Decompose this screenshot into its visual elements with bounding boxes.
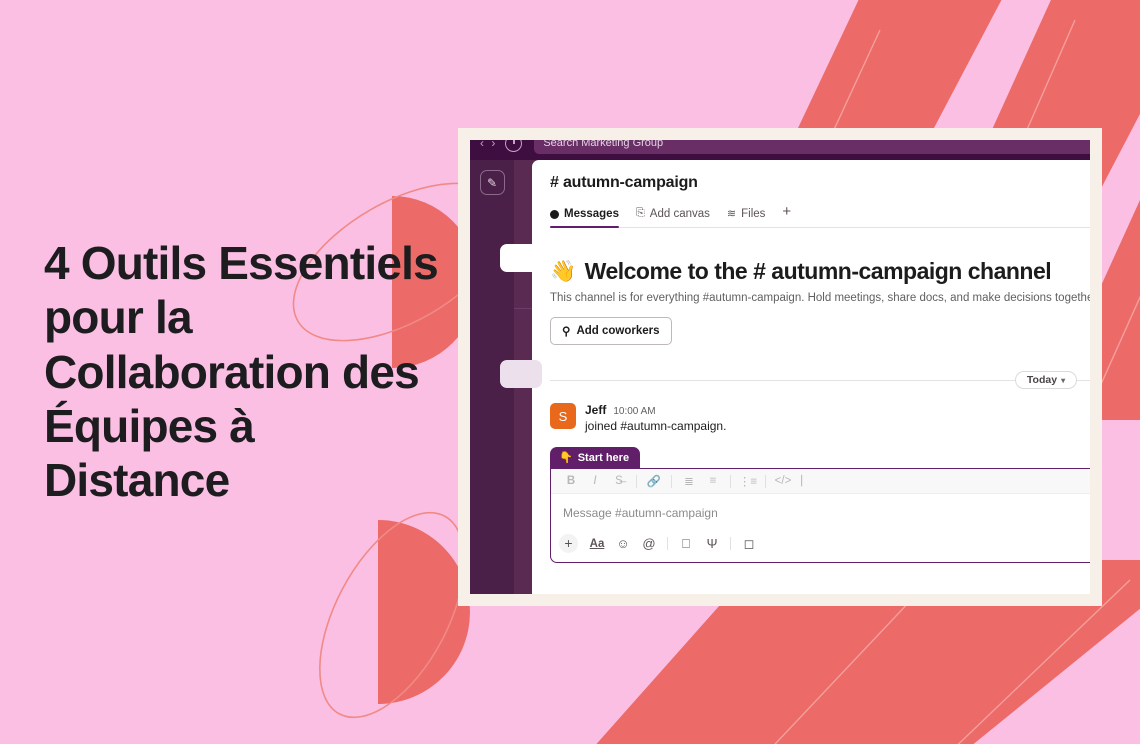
mention-icon[interactable]: @ [636, 536, 662, 551]
welcome-description: This channel is for everything #autumn-c… [550, 292, 1090, 304]
tab-add-canvas[interactable]: ⎘ Add canvas [636, 207, 710, 227]
channel-header: # autumn-campaign Messages ⎘ Add canvas … [532, 160, 1090, 228]
message-timestamp: 10:00 AM [613, 406, 656, 417]
message-content: Jeff 10:00 AM joined #autumn-campaign. [585, 403, 726, 433]
add-tab-plus-icon[interactable]: + [782, 203, 791, 227]
toolbar-separator [765, 474, 766, 488]
files-stack-icon: ≋ [726, 208, 737, 220]
messages-dot-icon [550, 209, 559, 219]
channel-name[interactable]: # autumn-campaign [550, 174, 1090, 192]
avatar[interactable]: S [550, 403, 576, 429]
slash-command-icon[interactable]: ◻ [736, 536, 762, 552]
message-body: joined #autumn-campaign. [585, 419, 727, 433]
message-composer-wrapper: 👇 Start here B I S̶ 🔗 ≣ ≡ ⋮≡ </> ⎸ Messa… [550, 447, 1090, 563]
formatting-toolbar: B I S̶ 🔗 ≣ ≡ ⋮≡ </> ⎸ [551, 469, 1090, 494]
welcome-title-text: Welcome to the # autumn-campaign channel [584, 258, 1052, 284]
history-nav-icons[interactable]: ‹ › [480, 140, 497, 150]
add-coworkers-label: Add coworkers [576, 325, 660, 337]
video-clip-icon[interactable]: ⎕ [673, 536, 699, 552]
format-text-icon[interactable]: Aa [584, 538, 610, 550]
slack-app-window: ‹ › Search Marketing Group ⌕ ✎ # autum [470, 140, 1090, 594]
message-composer[interactable]: B I S̶ 🔗 ≣ ≡ ⋮≡ </> ⎸ Message #autumn-ca… [550, 468, 1090, 563]
add-coworkers-button[interactable]: ⚲ Add coworkers [550, 317, 672, 345]
message-author[interactable]: Jeff [585, 403, 606, 417]
page-title: 4 Outils Essentiels pour la Collaboratio… [44, 237, 439, 507]
start-here-tag: 👇 Start here [550, 447, 641, 469]
emoji-icon[interactable]: ☺ [610, 536, 636, 551]
slack-topbar: ‹ › Search Marketing Group ⌕ [470, 140, 1090, 160]
tab-messages[interactable]: Messages [550, 208, 619, 228]
search-input[interactable]: Search Marketing Group ⌕ [534, 140, 1090, 154]
channel-tabs: Messages ⎘ Add canvas ≋ Files + [550, 203, 1090, 228]
attach-plus-icon[interactable]: + [559, 534, 578, 553]
tab-files[interactable]: ≋ Files [727, 207, 766, 227]
link-icon[interactable]: 🔗 [642, 474, 666, 488]
screenshot-inner: ‹ › Search Marketing Group ⌕ ✎ # autum [470, 140, 1090, 594]
tab-messages-label: Messages [564, 208, 619, 220]
add-person-icon: ⚲ [562, 326, 571, 338]
sidebar-item-highlight[interactable] [500, 360, 542, 388]
chevron-down-icon: ▾ [1061, 375, 1066, 385]
sidebar-divider [514, 308, 532, 309]
code-block-icon[interactable]: ⎸ [795, 475, 819, 488]
welcome-heading: 👋 Welcome to the # autumn-campaign chann… [550, 258, 1090, 285]
clock-icon[interactable] [505, 140, 523, 152]
channel-sidebar [500, 160, 542, 594]
canvas-icon: ⎘ [635, 207, 645, 219]
toolbar-separator [636, 474, 637, 488]
code-icon[interactable]: </> [771, 475, 795, 487]
today-pill-button[interactable]: Today ▾ [1014, 371, 1078, 389]
sidebar-item-selected[interactable] [500, 244, 542, 272]
message-row: S Jeff 10:00 AM joined #autumn-campaign. [532, 389, 1090, 433]
wave-emoji-icon: 👋 [550, 259, 576, 283]
search-placeholder: Search Marketing Group [543, 140, 664, 149]
start-here-label: Start here [577, 451, 630, 464]
channel-main-panel: # autumn-campaign Messages ⎘ Add canvas … [532, 160, 1090, 594]
message-meta: Jeff 10:00 AM [585, 403, 726, 417]
composer-actions: + Aa ☺ @ ⎕ Ψ ◻ [551, 534, 1090, 562]
bulleted-list-icon[interactable]: ≡ [701, 475, 725, 487]
date-divider: Today ▾ [550, 371, 1090, 389]
toolbar-separator [730, 537, 731, 550]
blockquote-icon[interactable]: ⋮≡ [736, 474, 760, 488]
slack-body: ✎ # autumn-campaign Messages ⎘ Add canva… [470, 160, 1090, 594]
strikethrough-icon[interactable]: S̶ [607, 475, 631, 487]
screenshot-frame: ‹ › Search Marketing Group ⌕ ✎ # autum [458, 128, 1102, 606]
toolbar-separator [671, 474, 672, 488]
tab-add-canvas-label: Add canvas [649, 207, 710, 220]
ordered-list-icon[interactable]: ≣ [677, 474, 701, 488]
tab-files-label: Files [741, 207, 766, 220]
toolbar-separator [667, 537, 668, 550]
pointing-down-emoji-icon: 👇 [559, 452, 573, 464]
compose-pencil-icon[interactable]: ✎ [479, 170, 505, 195]
bold-icon[interactable]: B [559, 475, 583, 487]
italic-icon[interactable]: I [583, 475, 607, 487]
toolbar-separator [730, 474, 731, 488]
message-input[interactable]: Message #autumn-campaign [551, 494, 1090, 534]
microphone-icon[interactable]: Ψ [699, 536, 725, 551]
channel-welcome-block: 👋 Welcome to the # autumn-campaign chann… [532, 228, 1090, 345]
today-label: Today [1026, 374, 1058, 386]
